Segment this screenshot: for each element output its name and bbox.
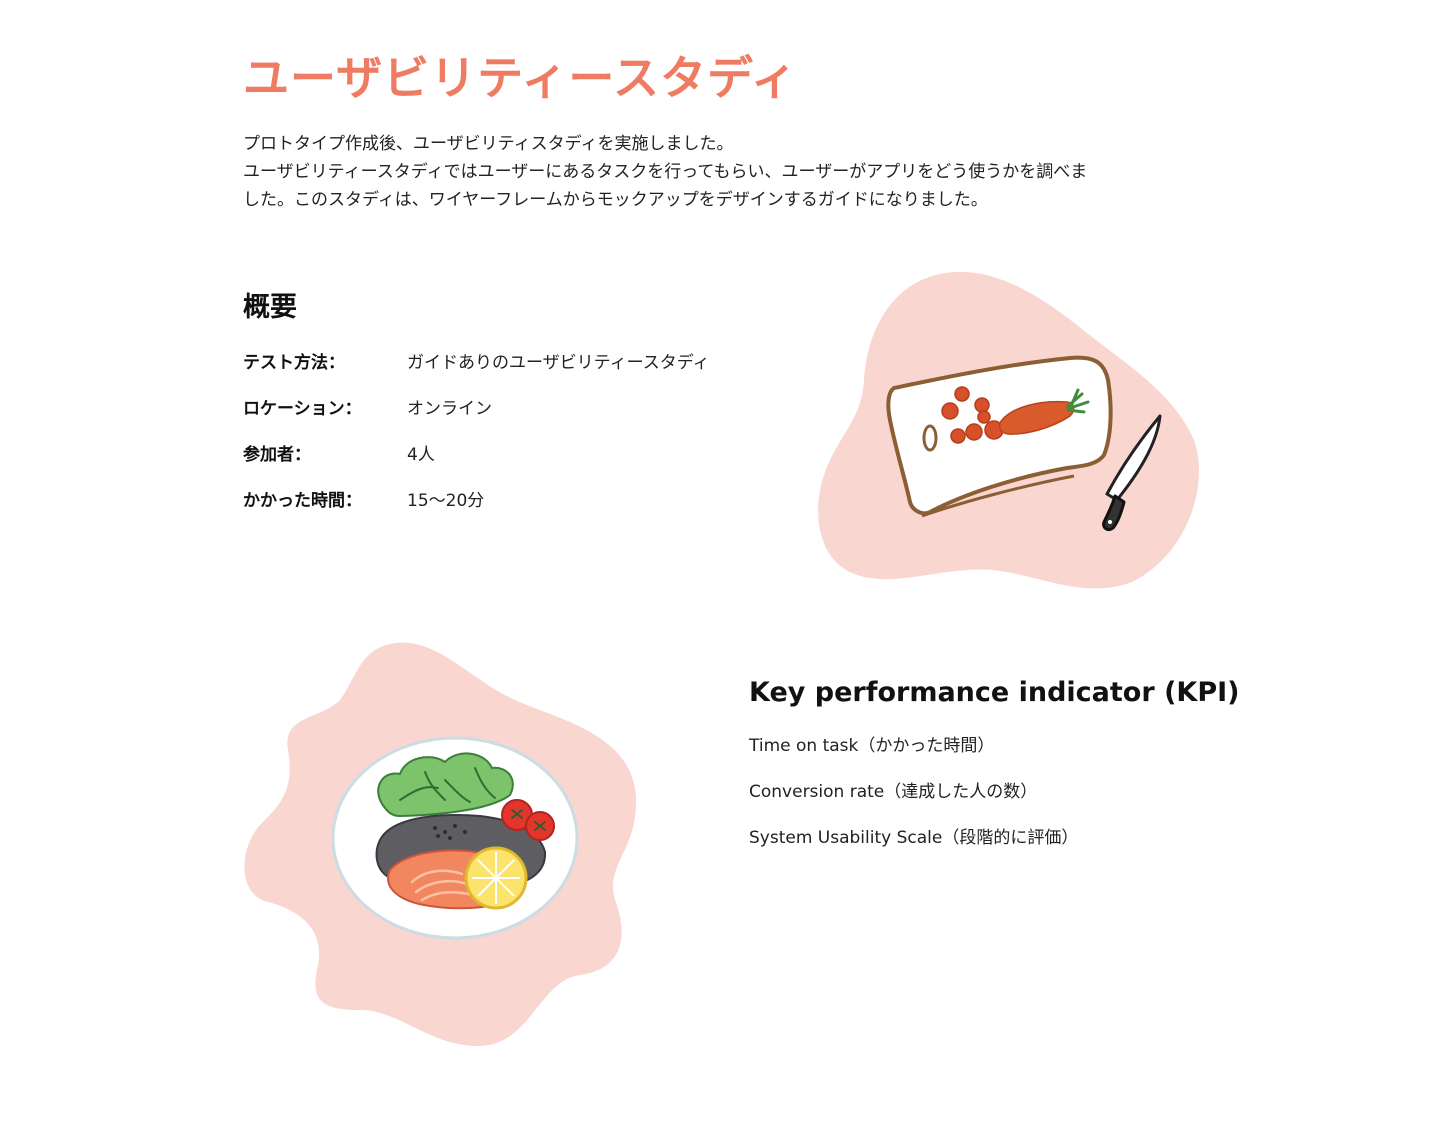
- overview-label: ロケーション：: [243, 399, 362, 419]
- overview-value: 15〜20分: [407, 491, 485, 511]
- intro-line: ユーザビリティースタディではユーザーにあるタスクを行ってもらい、ユーザーがアプリ…: [243, 162, 1088, 182]
- salmon-plate-icon: [240, 640, 640, 1054]
- intro-line: プロトタイプ作成後、ユーザビリティスタディを実施しました。: [243, 134, 734, 154]
- cutting-board-carrot-knife-icon: [812, 270, 1202, 599]
- overview-table: テスト方法： ガイドありのユーザビリティースタディ ロケーション： オンライン …: [243, 349, 710, 533]
- overview-row-location: ロケーション： オンライン: [243, 395, 710, 441]
- intro-paragraph: プロトタイプ作成後、ユーザビリティスタディを実施しました。 ユーザビリティースタ…: [243, 130, 1208, 214]
- kpi-item-time-on-task: Time on task（かかった時間）: [749, 736, 995, 756]
- overview-label: かかった時間：: [243, 491, 362, 511]
- overview-label: テスト方法：: [243, 353, 345, 373]
- kpi-item-conversion-rate: Conversion rate（達成した人の数）: [749, 782, 1038, 802]
- overview-value: 4人: [407, 445, 435, 465]
- overview-value: ガイドありのユーザビリティースタディ: [407, 353, 710, 373]
- overview-row-duration: かかった時間： 15〜20分: [243, 487, 710, 533]
- overview-row-participants: 参加者： 4人: [243, 441, 710, 487]
- overview-row-test-method: テスト方法： ガイドありのユーザビリティースタディ: [243, 349, 710, 395]
- kpi-item-sus: System Usability Scale（段階的に評価）: [749, 828, 1079, 848]
- page-title: ユーザビリティースタディ: [243, 51, 798, 105]
- overview-heading: 概要: [243, 292, 297, 323]
- overview-value: オンライン: [407, 399, 492, 419]
- intro-line: した。このスタディは、ワイヤーフレームからモックアップをデザインするガイドになり…: [243, 190, 988, 210]
- lemon-segments: [472, 852, 520, 904]
- board-handle-hole: [922, 424, 938, 452]
- kpi-heading: Key performance indicator (KPI): [749, 677, 1240, 708]
- kpi-list: Time on task（かかった時間） Conversion rate（達成し…: [749, 732, 1078, 870]
- overview-label: 参加者：: [243, 445, 311, 465]
